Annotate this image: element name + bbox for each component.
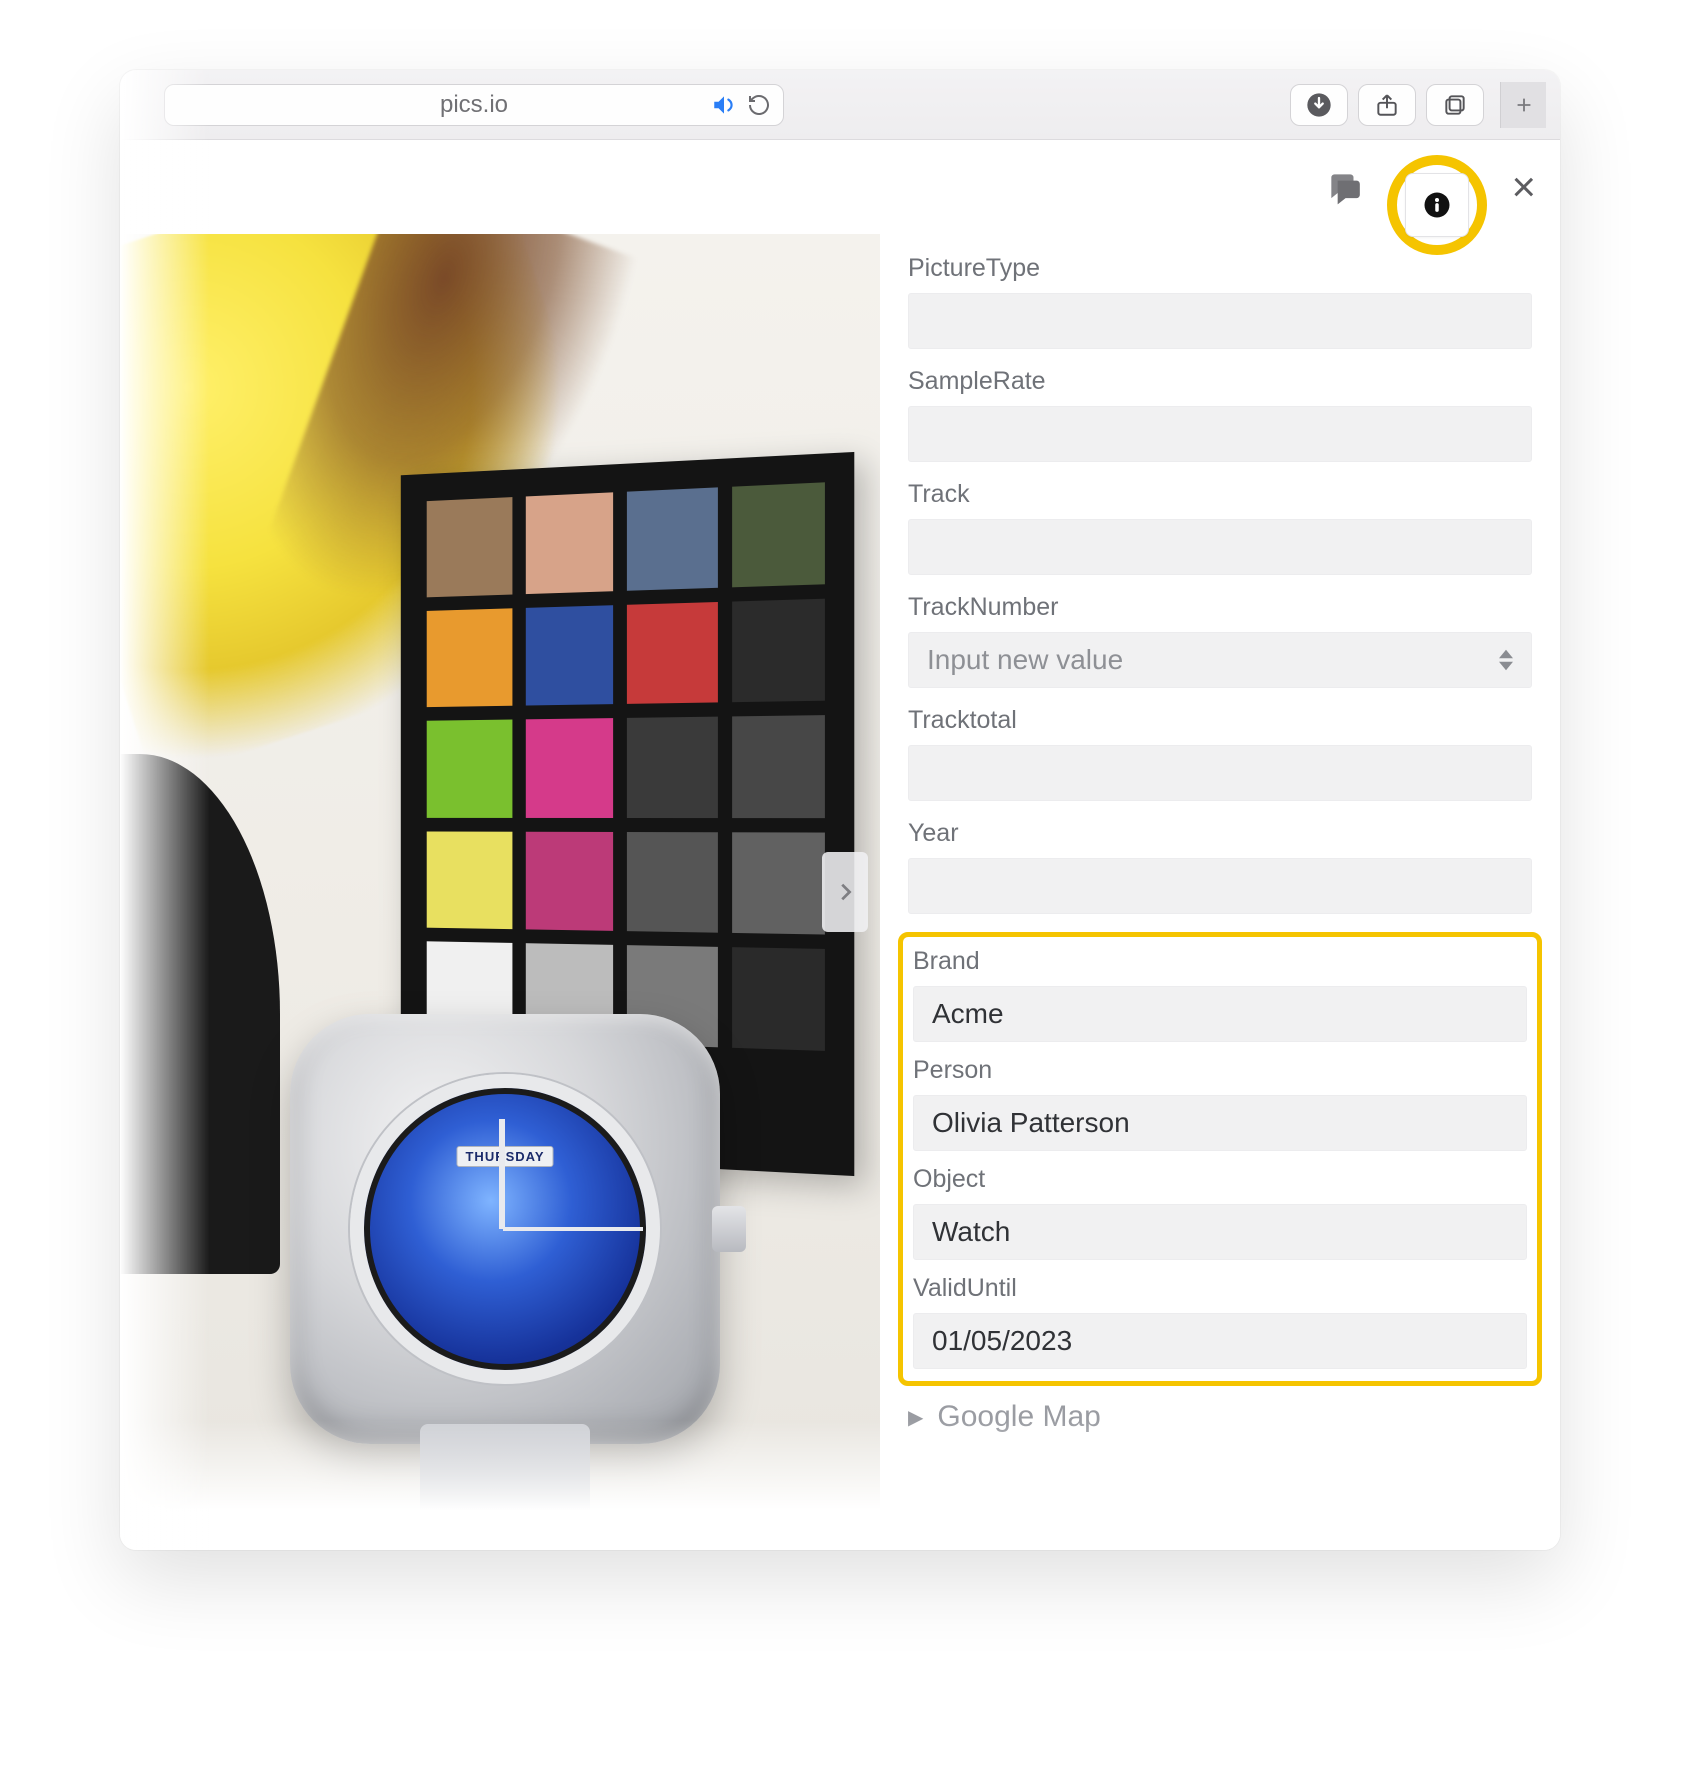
- share-button[interactable]: [1358, 84, 1416, 126]
- field-label: Year: [908, 819, 1532, 848]
- field-label: ValidUntil: [913, 1274, 1527, 1303]
- next-image-button[interactable]: [822, 852, 868, 932]
- field-track: Track: [908, 480, 1532, 575]
- track-input[interactable]: [908, 519, 1532, 575]
- field-value: Olivia Patterson: [932, 1107, 1130, 1139]
- info-button-highlight: [1387, 155, 1487, 255]
- field-label: SampleRate: [908, 367, 1532, 396]
- field-label: Track: [908, 480, 1532, 509]
- info-button[interactable]: [1405, 173, 1469, 237]
- field-label: Person: [913, 1056, 1527, 1085]
- field-label: Tracktotal: [908, 706, 1532, 735]
- picturetype-input[interactable]: [908, 293, 1532, 349]
- highlighted-fields-box: Brand Acme Person Olivia Patterson Objec…: [898, 932, 1542, 1386]
- watch-day-label: THURSDAY: [456, 1146, 553, 1167]
- field-tracktotal: Tracktotal: [908, 706, 1532, 801]
- image-preview: THURSDAY: [120, 234, 880, 1550]
- comments-icon[interactable]: [1325, 168, 1363, 206]
- reload-icon[interactable]: [747, 93, 771, 117]
- brand-input[interactable]: Acme: [913, 986, 1527, 1042]
- field-label: PictureType: [908, 254, 1532, 283]
- content-row: THURSDAY PictureType SampleRate: [120, 234, 1560, 1550]
- tracknumber-select[interactable]: Input new value: [908, 632, 1532, 688]
- sound-icon[interactable]: [711, 92, 737, 118]
- validuntil-input[interactable]: 01/05/2023: [913, 1313, 1527, 1369]
- field-label: Brand: [913, 947, 1527, 976]
- field-value: Acme: [932, 998, 1004, 1030]
- disclosure-triangle-icon: ▶: [908, 1405, 923, 1430]
- field-object: Object Watch: [913, 1165, 1527, 1260]
- stepper-icon[interactable]: [1499, 645, 1521, 675]
- field-picturetype: PictureType: [908, 254, 1532, 349]
- metadata-panel: PictureType SampleRate Track TrackNumber…: [880, 234, 1560, 1550]
- browser-chrome: pics.io: [120, 70, 1560, 140]
- field-samplerate: SampleRate: [908, 367, 1532, 462]
- field-year: Year: [908, 819, 1532, 914]
- tabs-button[interactable]: [1426, 84, 1484, 126]
- year-input[interactable]: [908, 858, 1532, 914]
- address-bar[interactable]: pics.io: [164, 84, 784, 126]
- field-label: TrackNumber: [908, 593, 1532, 622]
- close-icon: ×: [1511, 166, 1536, 208]
- person-input[interactable]: Olivia Patterson: [913, 1095, 1527, 1151]
- google-map-section[interactable]: ▶ Google Map: [908, 1400, 1532, 1434]
- app-top-bar: ×: [120, 140, 1560, 234]
- field-value: Watch: [932, 1216, 1010, 1248]
- close-button[interactable]: ×: [1511, 166, 1536, 208]
- downloads-button[interactable]: [1290, 84, 1348, 126]
- browser-window: pics.io: [120, 70, 1560, 1550]
- field-person: Person Olivia Patterson: [913, 1056, 1527, 1151]
- section-title: Google Map: [937, 1400, 1100, 1434]
- address-domain: pics.io: [181, 91, 767, 119]
- new-tab-button[interactable]: [1500, 82, 1546, 128]
- field-validuntil: ValidUntil 01/05/2023: [913, 1274, 1527, 1369]
- object-input[interactable]: Watch: [913, 1204, 1527, 1260]
- placeholder-text: Input new value: [927, 644, 1123, 676]
- field-label: Object: [913, 1165, 1527, 1194]
- preview-image: THURSDAY: [120, 234, 880, 1550]
- field-tracknumber: TrackNumber Input new value: [908, 593, 1532, 688]
- field-value: 01/05/2023: [932, 1325, 1072, 1357]
- samplerate-input[interactable]: [908, 406, 1532, 462]
- tracktotal-input[interactable]: [908, 745, 1532, 801]
- field-brand: Brand Acme: [913, 947, 1527, 1042]
